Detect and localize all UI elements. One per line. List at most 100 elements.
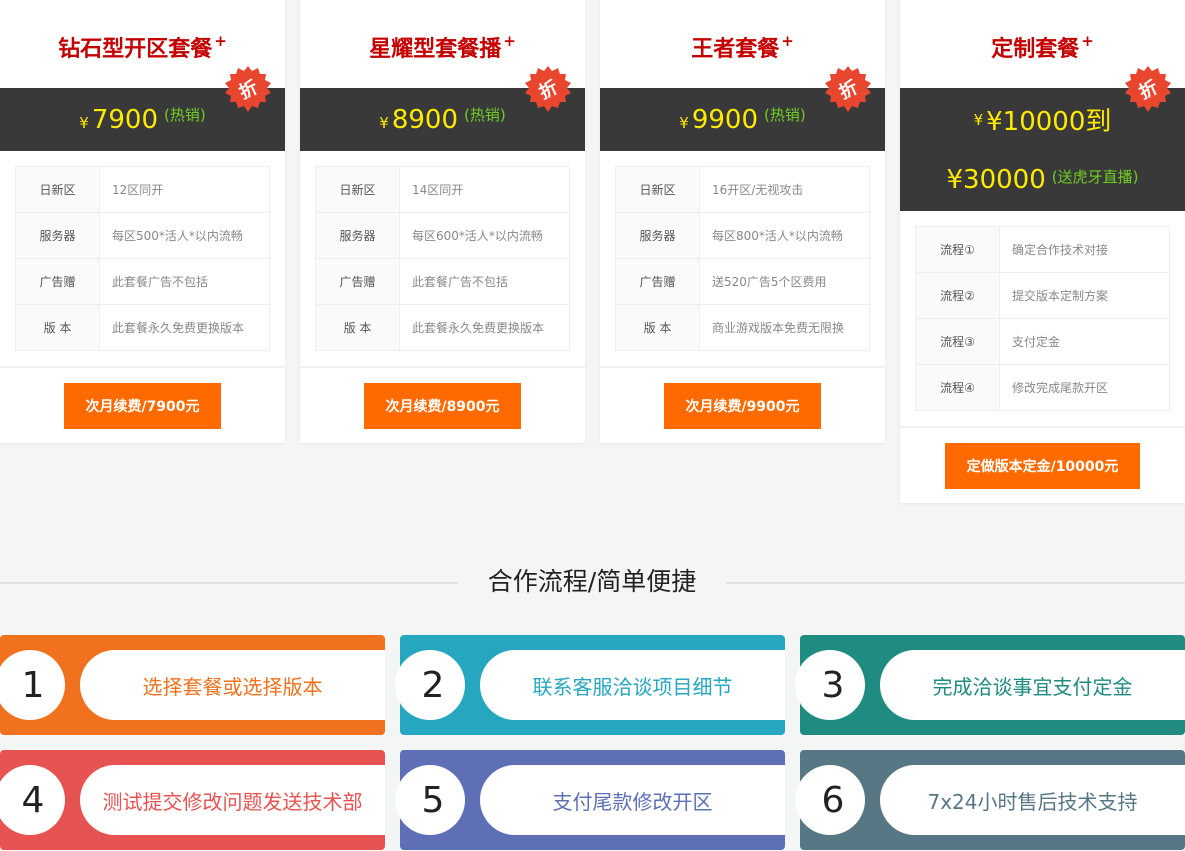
- process-step-4: 4 测试提交修改问题发送技术部: [0, 750, 385, 850]
- plan-card-star: 星耀型套餐播 + 折 ¥ 8900 (热销) 日新区 14区同开 服务器 每区600*…: [300, 0, 585, 443]
- discount-badge-icon: 折: [525, 66, 571, 112]
- spec-table: 日新区 12区同开 服务器 每区500*活人*以内流畅 广告赠 此套餐广告不包括 版 …: [15, 166, 270, 351]
- plan-card-diamond: 钻石型开区套餐 + 折 ¥ 7900 (热销) 日新区 12区同开 服务器 每区500…: [0, 0, 285, 443]
- price-line: ¥ 8900 (热销): [379, 105, 505, 135]
- table-row: 广告赠 此套餐广告不包括: [315, 258, 570, 305]
- spec-key: 流程①: [915, 226, 1000, 273]
- plan-footer: 次月续费/7900元: [0, 366, 285, 443]
- table-row: 服务器 每区600*活人*以内流畅: [315, 212, 570, 259]
- step-number: 5: [395, 765, 465, 835]
- spec-key: 版 本: [315, 304, 400, 351]
- spec-key: 服务器: [615, 212, 700, 259]
- table-row: 流程② 提交版本定制方案: [915, 272, 1170, 319]
- step-number: 2: [395, 650, 465, 720]
- spec-key: 版 本: [615, 304, 700, 351]
- plan-card-king: 王者套餐 + 折 ¥ 9900 (热销) 日新区 16开区/无视攻击 服务器 每区80…: [600, 0, 885, 443]
- hot-tag: (热销): [764, 105, 806, 124]
- spec-value: 每区600*活人*以内流畅: [399, 212, 570, 259]
- price-amount: 9900: [691, 104, 758, 135]
- process-header: 合作流程/简单便捷: [0, 560, 1185, 604]
- spec-value: 每区500*活人*以内流畅: [99, 212, 270, 259]
- process-step-5: 5 支付尾款修改开区: [395, 750, 785, 850]
- step-text: 完成洽谈事宜支付定金: [880, 650, 1185, 720]
- spec-key: 日新区: [15, 166, 100, 213]
- spec-value: 提交版本定制方案: [999, 272, 1170, 319]
- price-amount: 8900: [391, 104, 458, 135]
- step-text: 7x24小时售后技术支持: [880, 765, 1185, 835]
- plan-title-text: 定制套餐: [991, 37, 1080, 62]
- spec-table: 流程① 确定合作技术对接 流程② 提交版本定制方案 流程③ 支付定金 流程④ 修改完成尾…: [915, 226, 1170, 411]
- table-row: 广告赠 送520广告5个区费用: [615, 258, 870, 305]
- table-row: 版 本此套餐永久免费更换版本: [15, 304, 270, 351]
- section-title: 合作流程/简单便捷: [458, 560, 726, 604]
- process-step-2: 2 联系客服洽谈项目细节: [395, 635, 785, 735]
- plus-icon: +: [214, 32, 227, 50]
- step-number: 3: [795, 650, 865, 720]
- pricing-plans: 钻石型开区套餐 + 折 ¥ 7900 (热销) 日新区 12区同开 服务器 每区500…: [0, 0, 1185, 520]
- step-text: 选择套餐或选择版本: [80, 650, 385, 720]
- renew-button[interactable]: 次月续费/7900元: [64, 382, 221, 429]
- table-row: 日新区 12区同开: [15, 166, 270, 213]
- plan-footer: 定做版本定金/10000元: [900, 426, 1185, 503]
- discount-badge-icon: 折: [825, 66, 871, 112]
- table-row: 日新区 16开区/无视攻击: [615, 166, 870, 213]
- price-amount: ¥10000到: [986, 107, 1112, 137]
- price-band: 折 ¥ ¥10000到 ¥30000 (送虎牙直播): [900, 66, 1185, 211]
- table-row: 流程③ 支付定金: [915, 318, 1170, 365]
- table-row: 版 本此套餐永久免费更换版本: [315, 304, 570, 351]
- plus-icon: +: [503, 32, 516, 50]
- table-row: 日新区 14区同开: [315, 166, 570, 213]
- price-line: ¥ 7900 (热销): [79, 105, 205, 135]
- spec-key: 流程②: [915, 272, 1000, 319]
- spec-value: 14区同开: [399, 166, 570, 213]
- plan-footer: 次月续费/9900元: [600, 366, 885, 443]
- spec-key: 广告赠: [315, 258, 400, 305]
- spec-table: 日新区 14区同开 服务器 每区600*活人*以内流畅 广告赠 此套餐广告不包括 版 …: [315, 166, 570, 351]
- step-text: 测试提交修改问题发送技术部: [80, 765, 385, 835]
- discount-badge-icon: 折: [225, 66, 271, 112]
- plus-icon: +: [1081, 32, 1094, 50]
- spec-key: 版 本: [15, 304, 100, 351]
- spec-key: 广告赠: [615, 258, 700, 305]
- spec-value: 确定合作技术对接: [999, 226, 1170, 273]
- step-number: 4: [0, 765, 65, 835]
- price-band: 折 ¥ 7900 (热销): [0, 66, 285, 151]
- plan-card-custom: 定制套餐 + 折 ¥ ¥10000到 ¥30000 (送虎牙直播) 流程① 确定合作…: [900, 0, 1185, 503]
- currency-symbol: ¥: [973, 110, 984, 129]
- renew-button[interactable]: 次月续费/8900元: [364, 382, 521, 429]
- step-text: 支付尾款修改开区: [480, 765, 785, 835]
- plus-icon: +: [781, 32, 794, 50]
- price-amount: 7900: [91, 104, 158, 135]
- hot-tag: (热销): [164, 105, 206, 124]
- hot-tag: (热销): [464, 105, 506, 124]
- table-row: 服务器 每区500*活人*以内流畅: [15, 212, 270, 259]
- spec-value: 16开区/无视攻击: [699, 166, 870, 213]
- plan-title-text: 星耀型套餐播: [369, 37, 502, 62]
- plan-footer: 次月续费/8900元: [300, 366, 585, 443]
- spec-value: 支付定金: [999, 318, 1170, 365]
- discount-badge-icon: 折: [1125, 66, 1171, 112]
- spec-value: 每区800*活人*以内流畅: [699, 212, 870, 259]
- spec-value: 12区同开: [99, 166, 270, 213]
- spec-key: 广告赠: [15, 258, 100, 305]
- step-text: 联系客服洽谈项目细节: [480, 650, 785, 720]
- spec-value: 此套餐广告不包括: [99, 258, 270, 305]
- spec-key: 流程④: [915, 364, 1000, 411]
- hot-tag: (送虎牙直播): [1051, 168, 1139, 186]
- price-amount-2: ¥30000: [946, 164, 1046, 195]
- process-step-3: 3 完成洽谈事宜支付定金: [795, 635, 1185, 735]
- table-row: 服务器 每区800*活人*以内流畅: [615, 212, 870, 259]
- process-step-1: 1 选择套餐或选择版本: [0, 635, 385, 735]
- spec-value: 修改完成尾款开区: [999, 364, 1170, 411]
- deposit-button[interactable]: 定做版本定金/10000元: [945, 442, 1140, 489]
- spec-key: 服务器: [15, 212, 100, 259]
- price-band: 折 ¥ 8900 (热销): [300, 66, 585, 151]
- spec-value: 此套餐永久免费更换版本: [99, 304, 270, 351]
- price-band: 折 ¥ 9900 (热销): [600, 66, 885, 151]
- step-number: 6: [795, 765, 865, 835]
- spec-value: 此套餐永久免费更换版本: [399, 304, 570, 351]
- renew-button[interactable]: 次月续费/9900元: [664, 382, 821, 429]
- table-row: 流程④ 修改完成尾款开区: [915, 364, 1170, 411]
- table-row: 广告赠 此套餐广告不包括: [15, 258, 270, 305]
- spec-key: 日新区: [615, 166, 700, 213]
